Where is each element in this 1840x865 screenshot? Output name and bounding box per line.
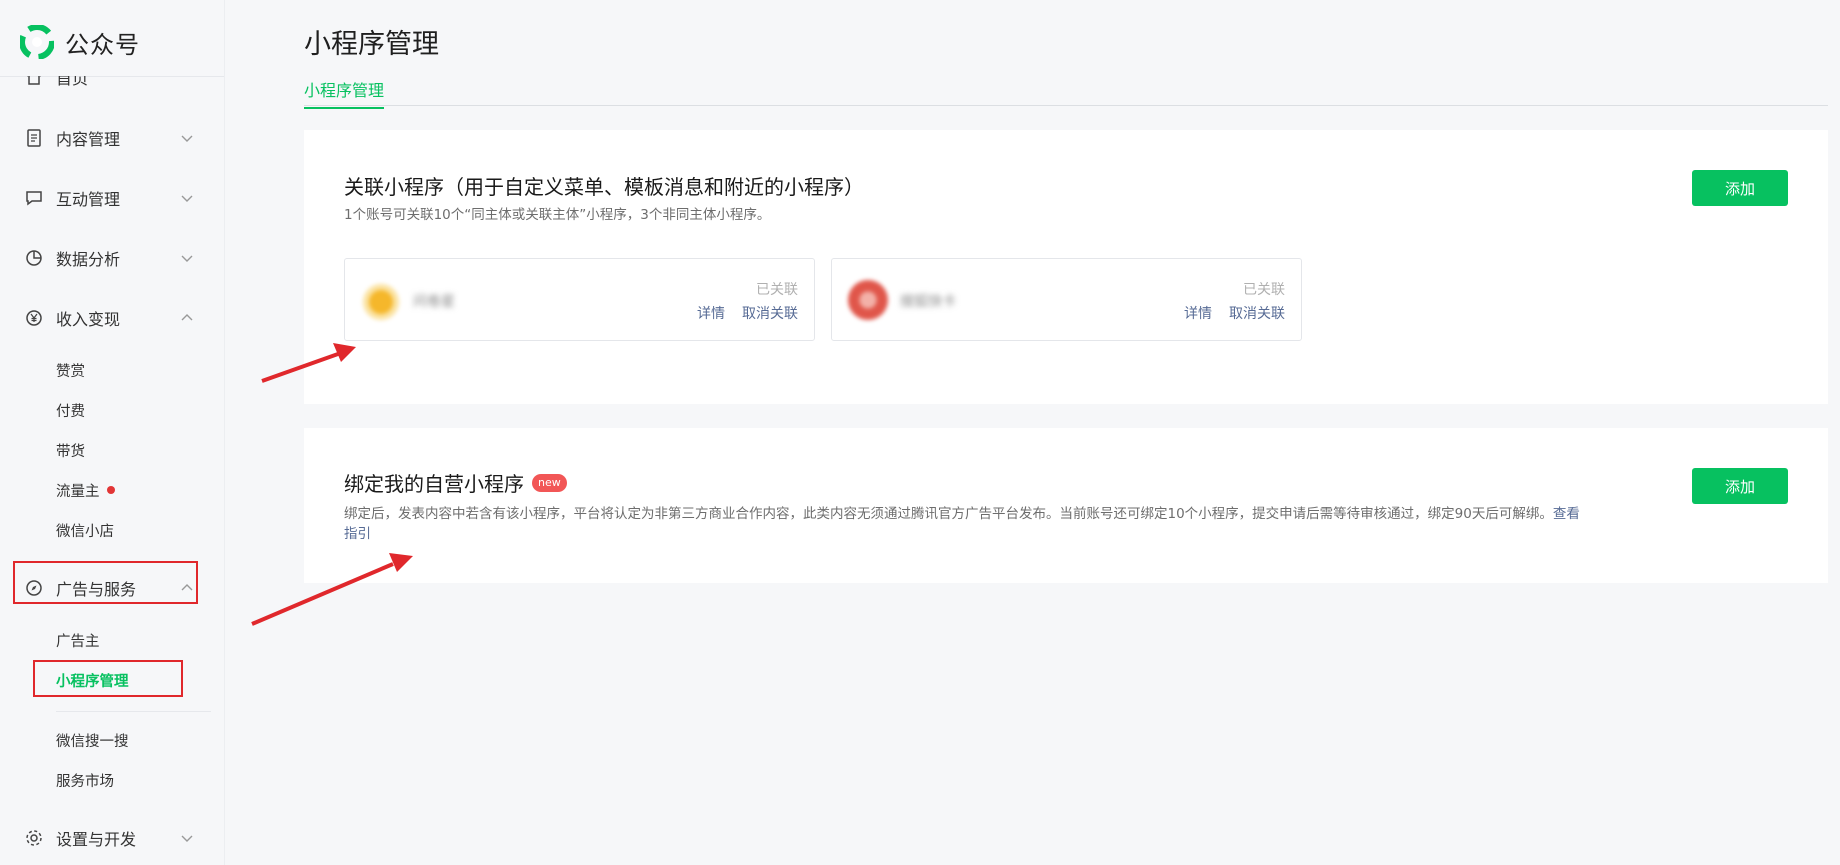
sidebar-subitem-wechat-shop[interactable]: 微信小店 [56,519,114,541]
document-icon [24,128,44,148]
bind-own-miniprogram-card: 绑定我的自营小程序 new 绑定后，发表内容中若含有该小程序，平台将认定为非第三… [304,428,1828,583]
detail-link[interactable]: 详情 [1184,303,1212,323]
sidebar-item-income[interactable]: 收入变现 [24,303,194,333]
card-description-text: 绑定后，发表内容中若含有该小程序，平台将认定为非第三方商业合作内容，此类内容无须… [344,506,1553,522]
linked-miniprograms-card: 关联小程序（用于自定义菜单、模板消息和附近的小程序） 1个账号可关联10个“同主… [304,130,1828,404]
unlink-link[interactable]: 取消关联 [1229,303,1285,323]
sidebar-subitem-appreciation[interactable]: 赞赏 [56,359,85,381]
sidebar-item-analytics[interactable]: 数据分析 [24,243,194,273]
add-linked-miniprogram-button[interactable]: 添加 [1692,170,1788,206]
sidebar-item-label: 首页 [56,69,89,88]
sidebar-item-label: 数据分析 [56,250,121,269]
tab-divider [304,105,1828,106]
miniprogram-name: 搜狐快卡 [900,294,956,310]
item-actions: 详情 取消关联 [697,303,798,323]
link-status: 已关联 [1243,282,1285,298]
sidebar-subitem-advertiser[interactable]: 广告主 [56,629,100,651]
sidebar-subitem-commerce[interactable]: 带货 [56,439,85,461]
chevron-up-icon [181,584,193,591]
card-title: 关联小程序（用于自定义菜单、模板消息和附近的小程序） [344,175,864,199]
card-description: 1个账号可关联10个“同主体或关联主体”小程序，3个非同主体小程序。 [344,207,771,223]
sidebar-subitem-label: 流量主 [56,483,100,500]
wechat-official-logo-icon [20,25,54,59]
detail-link[interactable]: 详情 [697,303,725,323]
sidebar-item-label: 内容管理 [56,130,121,149]
sidebar-item-ads-services[interactable]: 广告与服务 [24,573,194,603]
sidebar-item-interaction[interactable]: 互动管理 [24,183,194,213]
card-title-text: 绑定我的自营小程序 [344,472,524,496]
chevron-down-icon [181,835,193,842]
miniprogram-avatar [361,280,401,320]
sidebar-subitem-wechat-search[interactable]: 微信搜一搜 [56,729,129,751]
miniprogram-avatar [848,280,888,320]
sidebar-item-content[interactable]: 内容管理 [24,123,194,153]
sidebar-item-label: 设置与开发 [56,830,137,849]
linked-miniprogram-item: 问卷星 已关联 详情 取消关联 [344,258,815,341]
sidebar-item-label: 收入变现 [56,310,121,329]
home-icon [24,76,44,87]
yen-icon [24,308,44,328]
chevron-down-icon [181,135,193,142]
chevron-up-icon [181,314,193,321]
card-description: 绑定后，发表内容中若含有该小程序，平台将认定为非第三方商业合作内容，此类内容无须… [344,504,1634,544]
sidebar-item-home[interactable]: 首页 [24,69,194,90]
link-status: 已关联 [756,282,798,298]
item-actions: 详情 取消关联 [1184,303,1285,323]
sidebar-item-label: 互动管理 [56,190,121,209]
notification-dot [106,486,115,494]
add-own-miniprogram-button[interactable]: 添加 [1692,468,1788,504]
brand[interactable]: 公众号 [20,24,140,60]
sidebar-subitem-traffic-owner[interactable]: 流量主 [56,479,115,501]
chat-icon [24,188,44,208]
sidebar-item-settings-dev[interactable]: 设置与开发 [24,823,194,853]
sidebar-subitem-miniprogram-management[interactable]: 小程序管理 [56,669,129,691]
gear-icon [24,828,44,848]
page-title: 小程序管理 [304,29,439,60]
compass-icon [24,578,44,598]
sidebar-subitem-service-market[interactable]: 服务市场 [56,769,114,791]
pie-chart-icon [24,248,44,268]
card-title: 绑定我的自营小程序 new [344,468,567,497]
new-badge: new [532,473,567,492]
sidebar-divider [56,711,211,712]
sidebar: 公众号 首页 内容管理 互动管理 数据分析 收入变现 赞赏 付费 带货 流量主 … [0,0,225,865]
miniprogram-name: 问卷星 [413,294,455,310]
chevron-down-icon [181,195,193,202]
sidebar-subitem-paid[interactable]: 付费 [56,399,85,421]
unlink-link[interactable]: 取消关联 [742,303,798,323]
chevron-down-icon [181,255,193,262]
linked-miniprogram-item: 搜狐快卡 已关联 详情 取消关联 [831,258,1302,341]
sidebar-item-label: 广告与服务 [56,580,137,599]
brand-name: 公众号 [65,30,140,59]
